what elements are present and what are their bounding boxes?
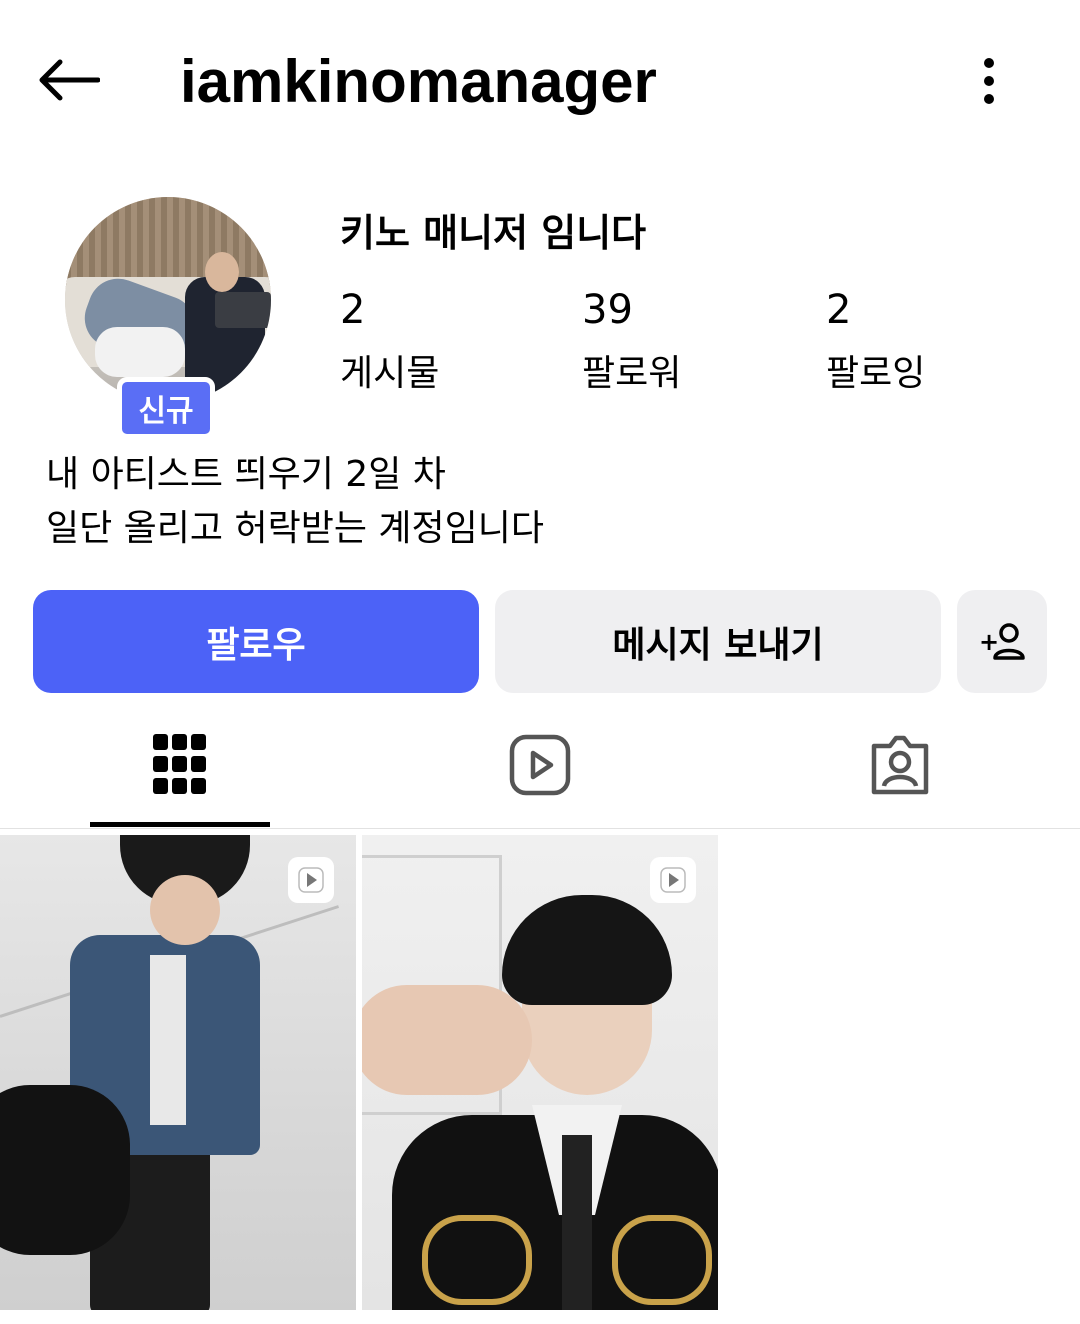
tab-grid[interactable] — [90, 700, 270, 829]
followers-label: 팔로워 — [582, 353, 682, 394]
following-count: 2 — [826, 287, 852, 333]
tagged-icon — [871, 735, 929, 794]
profile-bio: 내 아티스트 띄우기 2일 차 일단 올리고 허락받는 계정임니다 — [46, 448, 544, 556]
posts-label: 게시물 — [340, 353, 440, 394]
stat-following[interactable]: 2 팔로잉 — [826, 284, 925, 400]
followers-count: 39 — [582, 287, 633, 333]
play-icon — [288, 857, 334, 903]
top-bar: iamkinomanager — [0, 0, 1080, 165]
profile-tabs — [0, 700, 1080, 829]
posts-count: 2 — [340, 287, 366, 333]
reels-icon — [509, 734, 571, 795]
bio-line-2: 일단 올리고 허락받는 계정임니다 — [46, 508, 545, 549]
divider — [0, 828, 1080, 829]
stat-posts: 2 게시물 — [340, 284, 439, 400]
grid-icon — [153, 733, 206, 794]
display-name: 키노 매니저 임니다 — [340, 211, 647, 255]
more-vertical-icon — [984, 58, 994, 104]
post-thumbnail[interactable] — [0, 835, 356, 1310]
post-thumbnail[interactable] — [362, 835, 718, 1310]
tab-tagged[interactable] — [810, 700, 990, 829]
profile-avatar-container[interactable]: 신규 — [65, 197, 271, 439]
avatar — [65, 197, 271, 403]
bio-line-1: 내 아티스트 띄우기 2일 차 — [46, 454, 446, 495]
tab-reels[interactable] — [450, 700, 630, 829]
new-badge: 신규 — [117, 377, 215, 439]
stat-followers[interactable]: 39 팔로워 — [582, 284, 681, 400]
follow-button[interactable]: 팔로우 — [33, 590, 479, 693]
following-label: 팔로잉 — [826, 353, 926, 394]
back-arrow-icon — [39, 59, 100, 101]
tab-selected-indicator — [90, 822, 270, 827]
svg-text:+: + — [979, 628, 999, 656]
message-button[interactable]: 메시지 보내기 — [495, 590, 941, 693]
suggested-users-button[interactable]: + — [957, 590, 1047, 693]
play-icon — [650, 857, 696, 903]
back-button[interactable] — [30, 50, 106, 110]
add-person-icon: + — [979, 622, 1025, 660]
more-options-button[interactable] — [966, 50, 1012, 112]
profile-username: iamkinomanager — [180, 48, 657, 115]
